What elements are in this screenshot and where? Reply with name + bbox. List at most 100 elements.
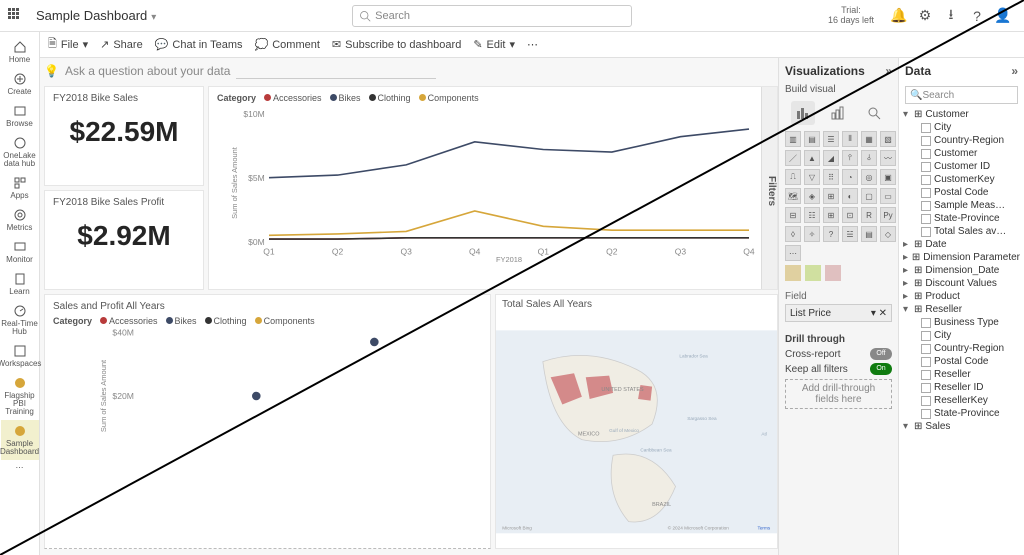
collapse-icon[interactable]: »	[1011, 64, 1018, 78]
table-reseller[interactable]: ▾⊞ Reseller	[903, 303, 1020, 316]
custom-visual-2[interactable]	[805, 265, 821, 281]
vis-azure-map[interactable]: ⊞	[823, 188, 839, 204]
vis-r[interactable]: R	[861, 207, 877, 223]
nav-home[interactable]: Home	[1, 36, 39, 68]
table-product[interactable]: ▸⊞ Product	[903, 290, 1020, 303]
account-icon[interactable]: 👤	[993, 7, 1013, 24]
comment-button[interactable]: 💭 Comment	[255, 38, 320, 51]
nav-learn[interactable]: Learn	[1, 268, 39, 300]
table-date[interactable]: ▸⊞ Date	[903, 238, 1020, 251]
dashboard-title[interactable]: Sample Dashboard▾	[36, 8, 156, 23]
tile-kpi-profit[interactable]: FY2018 Bike Sales Profit $2.92M	[44, 190, 204, 290]
app-launcher-icon[interactable]	[8, 8, 24, 24]
vis-pie[interactable]: ◔	[842, 169, 858, 185]
vis-decomp[interactable]: ✧	[804, 226, 820, 242]
subscribe-button[interactable]: ✉ Subscribe to dashboard	[332, 38, 461, 51]
vis-card[interactable]: ▢	[861, 188, 877, 204]
vis-ribbon[interactable]: 〰	[880, 150, 896, 166]
field-item[interactable]: CustomerKey	[903, 173, 1020, 186]
tile-line-chart[interactable]: Category Accessories Bikes Clothing Comp…	[208, 86, 778, 290]
field-item[interactable]: Total Sales av…	[903, 225, 1020, 238]
tile-scatter-chart[interactable]: Sales and Profit All Years Category Acce…	[44, 294, 491, 549]
vis-funnel[interactable]: ▽	[804, 169, 820, 185]
download-icon[interactable]: ⭳	[941, 4, 961, 28]
custom-visual-1[interactable]	[785, 265, 801, 281]
vis-area[interactable]: ▲	[804, 150, 820, 166]
table-customer[interactable]: ▾⊞ Customer	[903, 108, 1020, 121]
field-well-value[interactable]: List Price▾ ✕	[785, 304, 892, 322]
field-item[interactable]: Reseller ID	[903, 381, 1020, 394]
vis-gauge[interactable]: ◐	[842, 188, 858, 204]
field-item[interactable]: Customer	[903, 147, 1020, 160]
vis-scatter[interactable]: ⠿	[823, 169, 839, 185]
drill-through-dropzone[interactable]: Add drill-through fields here	[785, 379, 892, 409]
vis-line[interactable]: ／	[785, 150, 801, 166]
vis-powerapps[interactable]: ◇	[880, 226, 896, 242]
vis-key-influencers[interactable]: ◊	[785, 226, 801, 242]
field-item[interactable]: City	[903, 121, 1020, 134]
field-item[interactable]: Country-Region	[903, 134, 1020, 147]
vis-stacked-area[interactable]: ◢	[823, 150, 839, 166]
nav-browse[interactable]: Browse	[1, 100, 39, 132]
vis-stacked-bar[interactable]: ▥	[785, 131, 801, 147]
vis-narrative[interactable]: ☱	[842, 226, 858, 242]
field-item[interactable]: City	[903, 329, 1020, 342]
nav-flagship[interactable]: Flagship PBI Training	[1, 372, 39, 420]
table-sales[interactable]: ▾⊞ Sales	[903, 420, 1020, 433]
field-item[interactable]: Sample Meas…	[903, 199, 1020, 212]
vis-combo[interactable]: ⫯	[842, 150, 858, 166]
vis-qa[interactable]: ?	[823, 226, 839, 242]
table-discount[interactable]: ▸⊞ Discount Values	[903, 277, 1020, 290]
vis-waterfall[interactable]: ⎍	[785, 169, 801, 185]
nav-more[interactable]: ⋯	[1, 460, 39, 476]
tab-format[interactable]	[826, 101, 850, 125]
vis-stacked-col[interactable]: ▤	[804, 131, 820, 147]
vis-multi-card[interactable]: ▭	[880, 188, 896, 204]
vis-slicer[interactable]: ☷	[804, 207, 820, 223]
data-search[interactable]: 🔍 Search	[905, 86, 1018, 104]
qna-bar[interactable]: 💡Ask a question about your data	[44, 58, 778, 84]
vis-matrix[interactable]: ⊡	[842, 207, 858, 223]
tile-map[interactable]: Total Sales All Years UNITED STATES MEXI…	[495, 294, 778, 549]
vis-combo2[interactable]: ⫰	[861, 150, 877, 166]
vis-filled-map[interactable]: ◈	[804, 188, 820, 204]
collapse-icon[interactable]: »	[885, 64, 892, 78]
vis-100col[interactable]: ▧	[880, 131, 896, 147]
more-button[interactable]: ⋯	[527, 38, 538, 51]
tab-build[interactable]	[791, 101, 815, 125]
nav-monitor[interactable]: Monitor	[1, 236, 39, 268]
custom-visual-3[interactable]	[825, 265, 841, 281]
edit-button[interactable]: ✎ Edit ▾	[473, 38, 515, 51]
vis-map[interactable]: 🗺	[785, 188, 801, 204]
nav-create[interactable]: Create	[1, 68, 39, 100]
field-item[interactable]: Postal Code	[903, 355, 1020, 368]
notifications-icon[interactable]: 🔔	[889, 7, 909, 24]
tab-analytics[interactable]	[862, 101, 886, 125]
help-icon[interactable]: ?	[967, 8, 987, 24]
filters-tab[interactable]: Filters	[761, 87, 777, 289]
vis-kpi[interactable]: ⊟	[785, 207, 801, 223]
share-button[interactable]: ↗ Share	[100, 38, 143, 51]
field-item[interactable]: State-Province	[903, 212, 1020, 225]
vis-more[interactable]: ⋯	[785, 245, 801, 261]
table-dim-date[interactable]: ▸⊞ Dimension_Date	[903, 264, 1020, 277]
file-menu[interactable]: 🗎 File ▾	[48, 35, 88, 54]
vis-paginated[interactable]: ▤	[861, 226, 877, 242]
keep-filters-toggle[interactable]: On	[870, 363, 892, 375]
cross-report-toggle[interactable]: Off	[870, 348, 892, 360]
vis-table[interactable]: ⊞	[823, 207, 839, 223]
nav-workspaces[interactable]: Workspaces	[1, 340, 39, 372]
field-item[interactable]: Customer ID	[903, 160, 1020, 173]
vis-donut[interactable]: ◎	[861, 169, 877, 185]
vis-clustered-bar[interactable]: ☰	[823, 131, 839, 147]
settings-icon[interactable]: ⚙	[915, 7, 935, 24]
field-item[interactable]: Postal Code	[903, 186, 1020, 199]
vis-100bar[interactable]: ▦	[861, 131, 877, 147]
chat-teams-button[interactable]: 💬 Chat in Teams	[155, 38, 243, 51]
nav-realtime[interactable]: Real-Time Hub	[1, 300, 39, 340]
field-item[interactable]: Country-Region	[903, 342, 1020, 355]
nav-apps[interactable]: Apps	[1, 172, 39, 204]
vis-python[interactable]: Py	[880, 207, 896, 223]
field-item[interactable]: ResellerKey	[903, 394, 1020, 407]
vis-treemap[interactable]: ▣	[880, 169, 896, 185]
